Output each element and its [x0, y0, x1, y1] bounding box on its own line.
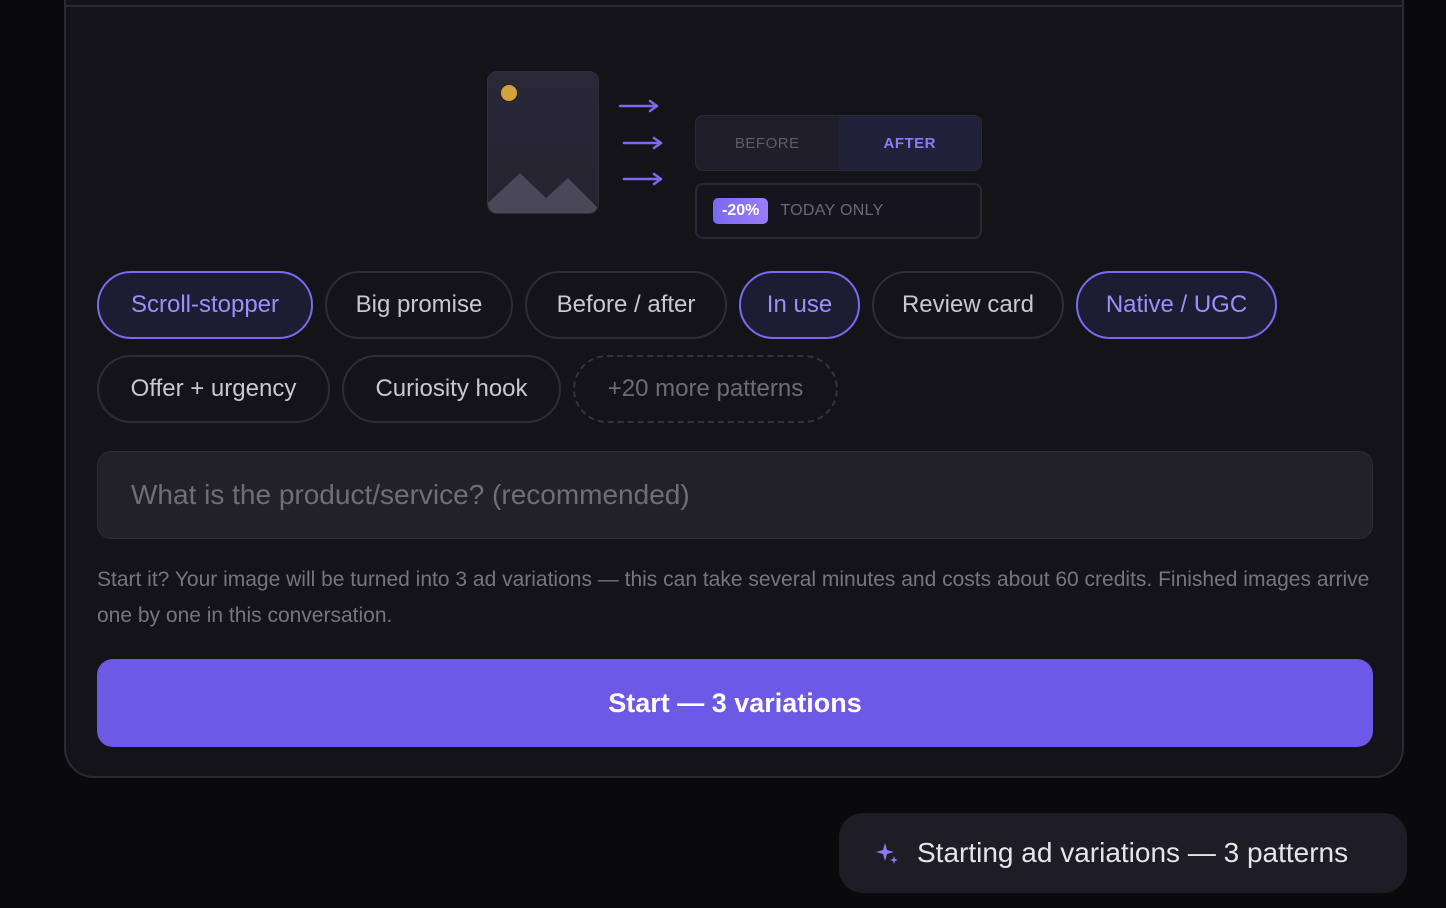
pattern-chip-offer-urgency[interactable]: Offer + urgency — [97, 355, 330, 423]
sun-icon — [501, 85, 517, 101]
discount-badge: -20% — [713, 198, 769, 224]
card-divider — [64, 5, 1404, 7]
image-placeholder-icon — [487, 71, 599, 214]
offer-label: TODAY ONLY — [780, 202, 884, 219]
product-input[interactable] — [97, 451, 1373, 539]
before-label: BEFORE — [734, 134, 800, 152]
before-after-preview: BEFORE AFTER — [695, 115, 982, 171]
start-variations-button[interactable]: Start — 3 variations — [97, 659, 1373, 747]
pattern-chip-native-ugc[interactable]: Native / UGC — [1076, 271, 1277, 339]
pattern-chip-curiosity-hook[interactable]: Curiosity hook — [342, 355, 561, 423]
pattern-chip-in-use[interactable]: In use — [739, 271, 860, 339]
offer-preview: -20% TODAY ONLY — [695, 183, 982, 239]
status-message: Starting ad variations — 3 patterns — [839, 813, 1407, 893]
pattern-chip-scroll-stopper[interactable]: Scroll-stopper — [97, 271, 313, 339]
pattern-chip-before-after[interactable]: Before / after — [525, 271, 727, 339]
pattern-chip-review-card[interactable]: Review card — [872, 271, 1064, 339]
more-patterns-button[interactable]: +20 more patterns — [573, 355, 838, 423]
cost-notice: Start it? Your image will be turned into… — [97, 568, 1370, 627]
transform-arrows-icon — [618, 99, 663, 186]
status-text: Starting ad variations — 3 patterns — [917, 837, 1349, 868]
pattern-chip-big-promise[interactable]: Big promise — [325, 271, 513, 339]
sparkle-icon — [876, 843, 898, 864]
mountains-icon — [488, 173, 598, 213]
after-label: AFTER — [838, 116, 981, 170]
